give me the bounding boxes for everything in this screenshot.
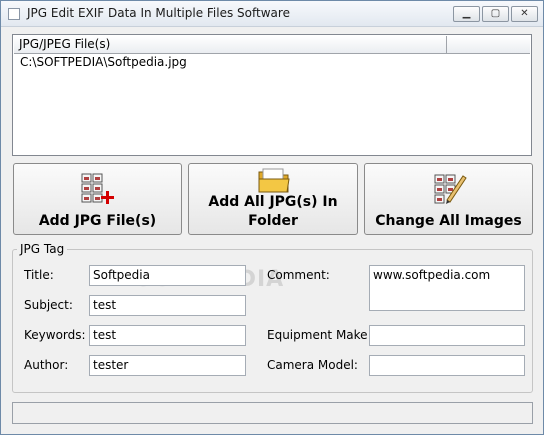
add-jpg-files-button[interactable]: Add JPG File(s)	[13, 163, 182, 235]
window-title: JPG Edit EXIF Data In Multiple Files Sof…	[27, 6, 290, 20]
close-button[interactable]: ✕	[511, 6, 538, 22]
add-folder-label: Add All JPG(s) In Folder	[189, 193, 357, 231]
author-field[interactable]: tester	[89, 355, 246, 376]
minimize-button[interactable]: ▁	[453, 6, 480, 22]
file-list[interactable]: JPG/JPEG File(s) C:\SOFTPEDIA\Softpedia.…	[12, 34, 532, 156]
app-icon	[8, 8, 20, 20]
subject-label: Subject:	[24, 298, 73, 312]
image-grid-add-icon	[81, 173, 114, 204]
keywords-label: Keywords:	[24, 328, 86, 342]
add-folder-button[interactable]: Add All JPG(s) In Folder	[188, 163, 358, 235]
maximize-button[interactable]: ▢	[482, 6, 509, 22]
subject-field[interactable]: test	[89, 295, 246, 316]
equipment-make-field[interactable]	[369, 325, 525, 346]
column-header-file[interactable]: JPG/JPEG File(s)	[14, 36, 447, 53]
comment-field[interactable]: www.softpedia.com	[369, 265, 525, 311]
app-window: JPG Edit EXIF Data In Multiple Files Sof…	[0, 0, 544, 435]
file-list-header: JPG/JPEG File(s)	[14, 36, 530, 54]
add-folder-label-line1: Add All JPG(s) In	[208, 194, 338, 210]
title-bar[interactable]: JPG Edit EXIF Data In Multiple Files Sof…	[1, 1, 543, 27]
change-all-images-button[interactable]: Change All Images	[364, 163, 533, 235]
camera-model-label: Camera Model:	[267, 358, 358, 372]
keywords-field[interactable]: test	[89, 325, 246, 346]
title-label: Title:	[24, 268, 54, 282]
folder-icon	[258, 168, 290, 193]
image-edit-icon	[434, 174, 467, 204]
column-header-empty[interactable]	[448, 36, 530, 53]
status-bar	[12, 402, 533, 424]
jpg-tag-legend: JPG Tag	[17, 242, 68, 256]
equipment-make-label: Equipment Make:	[267, 328, 372, 342]
list-item[interactable]: C:\SOFTPEDIA\Softpedia.jpg	[20, 55, 187, 69]
title-field[interactable]: Softpedia	[89, 265, 246, 286]
camera-model-field[interactable]	[369, 355, 525, 376]
add-jpg-files-label: Add JPG File(s)	[38, 213, 157, 229]
author-label: Author:	[24, 358, 69, 372]
change-all-images-label: Change All Images	[375, 213, 522, 229]
add-folder-label-line2: Folder	[248, 213, 298, 229]
comment-label: Comment:	[267, 268, 330, 282]
